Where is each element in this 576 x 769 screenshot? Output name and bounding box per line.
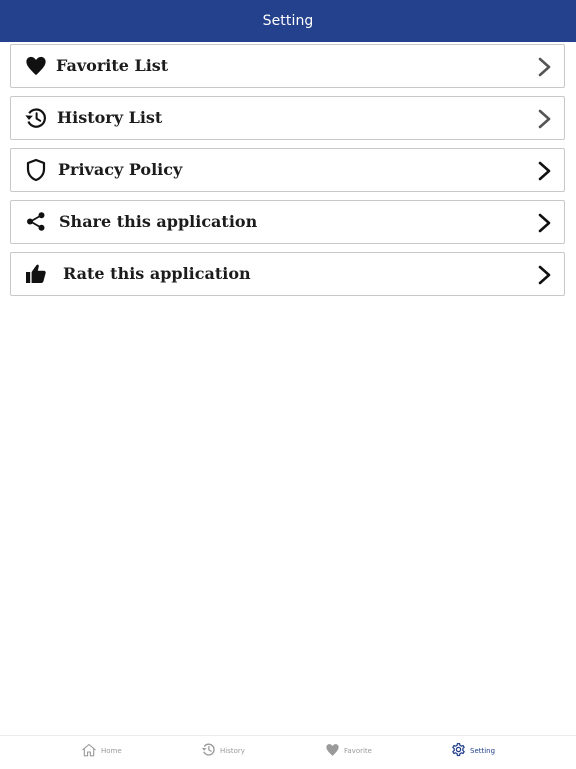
settings-item-label: Rate this application xyxy=(63,264,251,283)
tab-label: Home xyxy=(101,747,122,755)
chevron-right-icon xyxy=(534,212,554,234)
settings-item-share-application[interactable]: Share this application xyxy=(10,200,565,244)
home-icon xyxy=(81,742,97,761)
chevron-right-icon xyxy=(534,108,554,130)
heart-icon xyxy=(24,54,48,78)
settings-item-rate-application[interactable]: Rate this application xyxy=(10,252,565,296)
bottom-tab-bar: Home History Favorite Setting xyxy=(0,735,576,769)
tab-label: History xyxy=(220,747,245,755)
chevron-right-icon xyxy=(534,264,554,286)
tab-label: Favorite xyxy=(344,747,372,755)
settings-item-label: Share this application xyxy=(59,212,258,231)
history-icon xyxy=(24,106,48,130)
settings-list: Favorite List History List Privacy Polic… xyxy=(10,44,565,304)
gear-icon xyxy=(451,742,466,761)
app-header: Setting xyxy=(0,0,576,42)
shield-icon xyxy=(24,158,48,182)
settings-item-favorite-list[interactable]: Favorite List xyxy=(10,44,565,88)
page-title: Setting xyxy=(262,13,314,29)
tab-history[interactable]: History xyxy=(201,742,245,760)
settings-item-label: Privacy Policy xyxy=(58,160,183,179)
tab-home[interactable]: Home xyxy=(81,742,122,760)
share-icon xyxy=(24,210,48,234)
chevron-right-icon xyxy=(534,56,554,78)
tab-favorite[interactable]: Favorite xyxy=(325,742,372,760)
settings-item-label: Favorite List xyxy=(56,56,169,75)
chevron-right-icon xyxy=(534,160,554,182)
thumbs-up-icon xyxy=(24,262,48,286)
settings-item-history-list[interactable]: History List xyxy=(10,96,565,140)
settings-item-label: History List xyxy=(57,108,163,127)
tab-label: Setting xyxy=(470,747,496,755)
heart-icon xyxy=(325,742,340,761)
settings-item-privacy-policy[interactable]: Privacy Policy xyxy=(10,148,565,192)
tab-setting[interactable]: Setting xyxy=(451,742,495,760)
history-icon xyxy=(201,742,216,761)
